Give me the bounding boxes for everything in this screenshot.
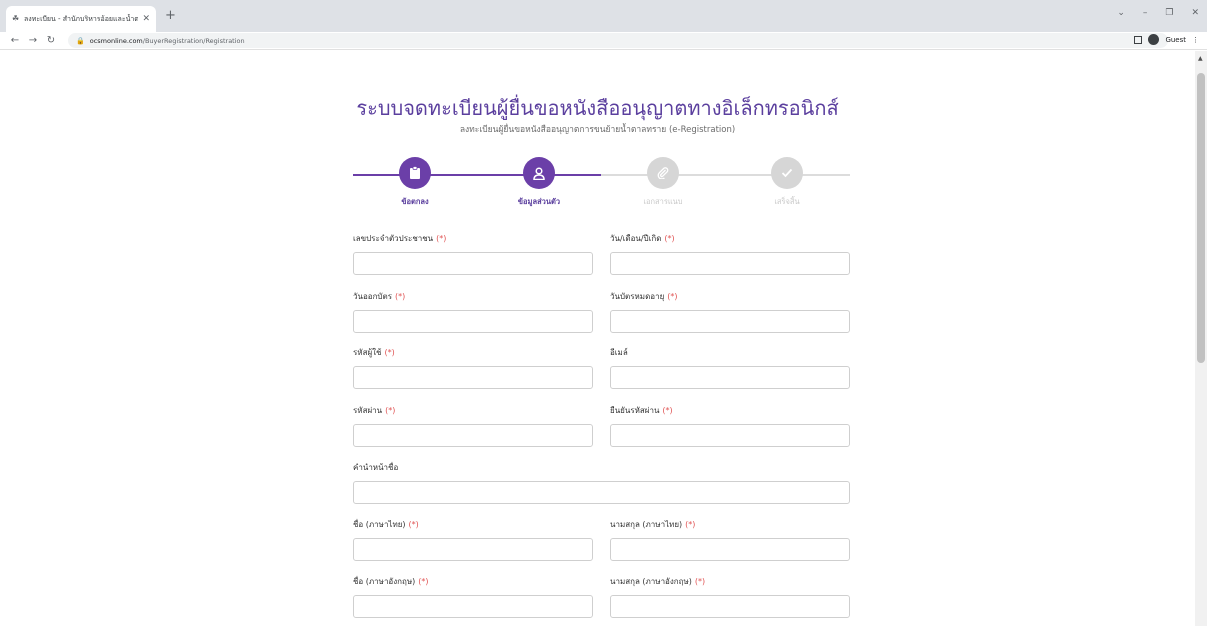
password-input[interactable] <box>353 424 593 447</box>
required-mark: (*) <box>694 577 706 586</box>
paperclip-icon <box>647 157 679 189</box>
new-tab-icon[interactable]: + <box>165 9 176 22</box>
step-complete: เสร็จสิ้น <box>737 157 837 208</box>
forward-icon[interactable]: → <box>26 35 40 46</box>
field-first-name-en: ชื่อ (ภาษาอังกฤษ) (*) <box>353 575 593 618</box>
site-favicon-icon: ☘ <box>12 14 20 23</box>
required-mark: (*) <box>418 577 429 586</box>
page-subtitle: ลงทะเบียนผู้ยื่นขอหนังสืออนุญาตการขนย้าย… <box>459 125 736 135</box>
field-label: วัน/เดือน/ปีเกิด <box>610 234 662 243</box>
last-name-th-input[interactable] <box>610 538 850 561</box>
citizen-id-input[interactable] <box>353 252 593 275</box>
required-mark: (*) <box>408 520 419 529</box>
field-email: อีเมล์ <box>610 346 850 389</box>
field-citizen-id: เลขประจำตัวประชาชน (*) <box>353 232 593 275</box>
reload-icon[interactable]: ↻ <box>44 35 58 46</box>
restore-icon[interactable]: ❐ <box>1165 8 1173 18</box>
window-close-icon[interactable]: ✕ <box>1191 8 1199 18</box>
clipboard-icon <box>399 157 431 189</box>
required-mark: (*) <box>384 348 395 357</box>
tab-title: ลงทะเบียน - สำนักบริหารอ้อยและน้ำตาล <box>24 14 139 23</box>
field-label: นามสกุล (ภาษาอังกฤษ) <box>610 577 692 586</box>
step-label: เอกสารแนบ <box>643 197 683 206</box>
field-first-name-th: ชื่อ (ภาษาไทย) (*) <box>353 518 593 561</box>
menu-kebab-icon[interactable]: ⋮ <box>1192 36 1199 44</box>
field-label: เลขประจำตัวประชาชน <box>353 234 434 243</box>
tab-close-icon[interactable]: ✕ <box>142 14 150 24</box>
step-attachments: เอกสารแนบ <box>613 157 713 208</box>
field-label: ชื่อ (ภาษาอังกฤษ) <box>353 577 416 586</box>
field-username: รหัสผู้ใช้ (*) <box>353 346 593 389</box>
required-mark: (*) <box>385 406 396 415</box>
required-mark: (*) <box>667 292 678 301</box>
field-issue-date: วันออกบัตร (*) <box>353 290 593 333</box>
field-last-name-th: นามสกุล (ภาษาไทย) (*) <box>610 518 850 561</box>
field-label: รหัสผู้ใช้ <box>353 348 382 357</box>
expiry-date-input[interactable] <box>610 310 850 333</box>
field-confirm-password: ยืนยันรหัสผ่าน (*) <box>610 404 850 447</box>
field-label: ยืนยันรหัสผ่าน <box>610 406 660 415</box>
user-icon <box>523 157 555 189</box>
window-controls: ⌄ – ❐ ✕ <box>1117 8 1199 18</box>
side-panel-icon[interactable] <box>1134 35 1143 44</box>
required-mark: (*) <box>436 234 447 243</box>
field-label: วันออกบัตร <box>353 292 392 301</box>
scroll-up-arrow-icon[interactable]: ▲ <box>1198 55 1203 62</box>
page-title: ระบบจดทะเบียนผู้ยื่นขอหนังสืออนุญาตทางอิ… <box>356 96 839 120</box>
field-expiry-date: วันบัตรหมดอายุ (*) <box>610 290 850 333</box>
field-label: คำนำหน้าชื่อ <box>353 463 399 472</box>
scrollbar-thumb[interactable] <box>1197 73 1205 363</box>
field-label: นามสกุล (ภาษาไทย) <box>610 520 683 529</box>
profile-avatar-icon[interactable] <box>1148 34 1160 45</box>
field-label: ชื่อ (ภาษาไทย) <box>353 520 406 529</box>
field-last-name-en: นามสกุล (ภาษาอังกฤษ) (*) <box>610 575 850 618</box>
required-mark: (*) <box>685 520 696 529</box>
step-agreement: ข้อตกลง <box>365 157 465 208</box>
url-host: ocsmonline.com <box>89 36 143 45</box>
required-mark: (*) <box>662 406 673 415</box>
field-birth-date: วัน/เดือน/ปีเกิด (*) <box>610 232 850 275</box>
browser-tab-strip: ☘ ลงทะเบียน - สำนักบริหารอ้อยและน้ำตาล ✕… <box>0 0 1207 32</box>
field-label: วันบัตรหมดอายุ <box>610 292 665 301</box>
lock-icon[interactable]: 🔒 <box>76 37 85 45</box>
registration-stepper: ข้อตกลง ข้อมูลส่วนตัว เอกสารแนบ เสร็จสิ้… <box>353 152 850 210</box>
step-label: เสร็จสิ้น <box>774 197 800 206</box>
address-bar[interactable]: 🔒 ocsmonline.com /BuyerRegistration/Regi… <box>68 33 1168 48</box>
browser-toolbar: ← → ↻ 🔒 ocsmonline.com /BuyerRegistratio… <box>0 32 1207 50</box>
minimize-icon[interactable]: – <box>1143 8 1148 18</box>
field-label: อีเมล์ <box>610 348 628 357</box>
field-password: รหัสผ่าน (*) <box>353 404 593 447</box>
profile-label[interactable]: Guest <box>1165 36 1186 44</box>
required-mark: (*) <box>664 234 675 243</box>
confirm-password-input[interactable] <box>610 424 850 447</box>
step-personal-info: ข้อมูลส่วนตัว <box>489 157 589 208</box>
email-input[interactable] <box>610 366 850 389</box>
first-name-en-input[interactable] <box>353 595 593 618</box>
check-icon <box>771 157 803 189</box>
required-mark: (*) <box>394 292 406 301</box>
back-icon[interactable]: ← <box>8 35 22 46</box>
birth-date-input[interactable] <box>610 252 850 275</box>
step-label: ข้อตกลง <box>401 197 429 206</box>
browser-tab[interactable]: ☘ ลงทะเบียน - สำนักบริหารอ้อยและน้ำตาล ✕ <box>6 6 156 32</box>
field-name-prefix: คำนำหน้าชื่อ <box>353 461 850 504</box>
last-name-en-input[interactable] <box>610 595 850 618</box>
field-label: รหัสผ่าน <box>353 406 383 415</box>
issue-date-input[interactable] <box>353 310 593 333</box>
first-name-th-input[interactable] <box>353 538 593 561</box>
step-label: ข้อมูลส่วนตัว <box>517 197 561 206</box>
name-prefix-input[interactable] <box>353 481 850 504</box>
username-input[interactable] <box>353 366 593 389</box>
page-scrollbar[interactable]: ▲ <box>1195 51 1207 626</box>
url-path: /BuyerRegistration/Registration <box>142 36 245 45</box>
tab-search-icon[interactable]: ⌄ <box>1117 8 1125 18</box>
